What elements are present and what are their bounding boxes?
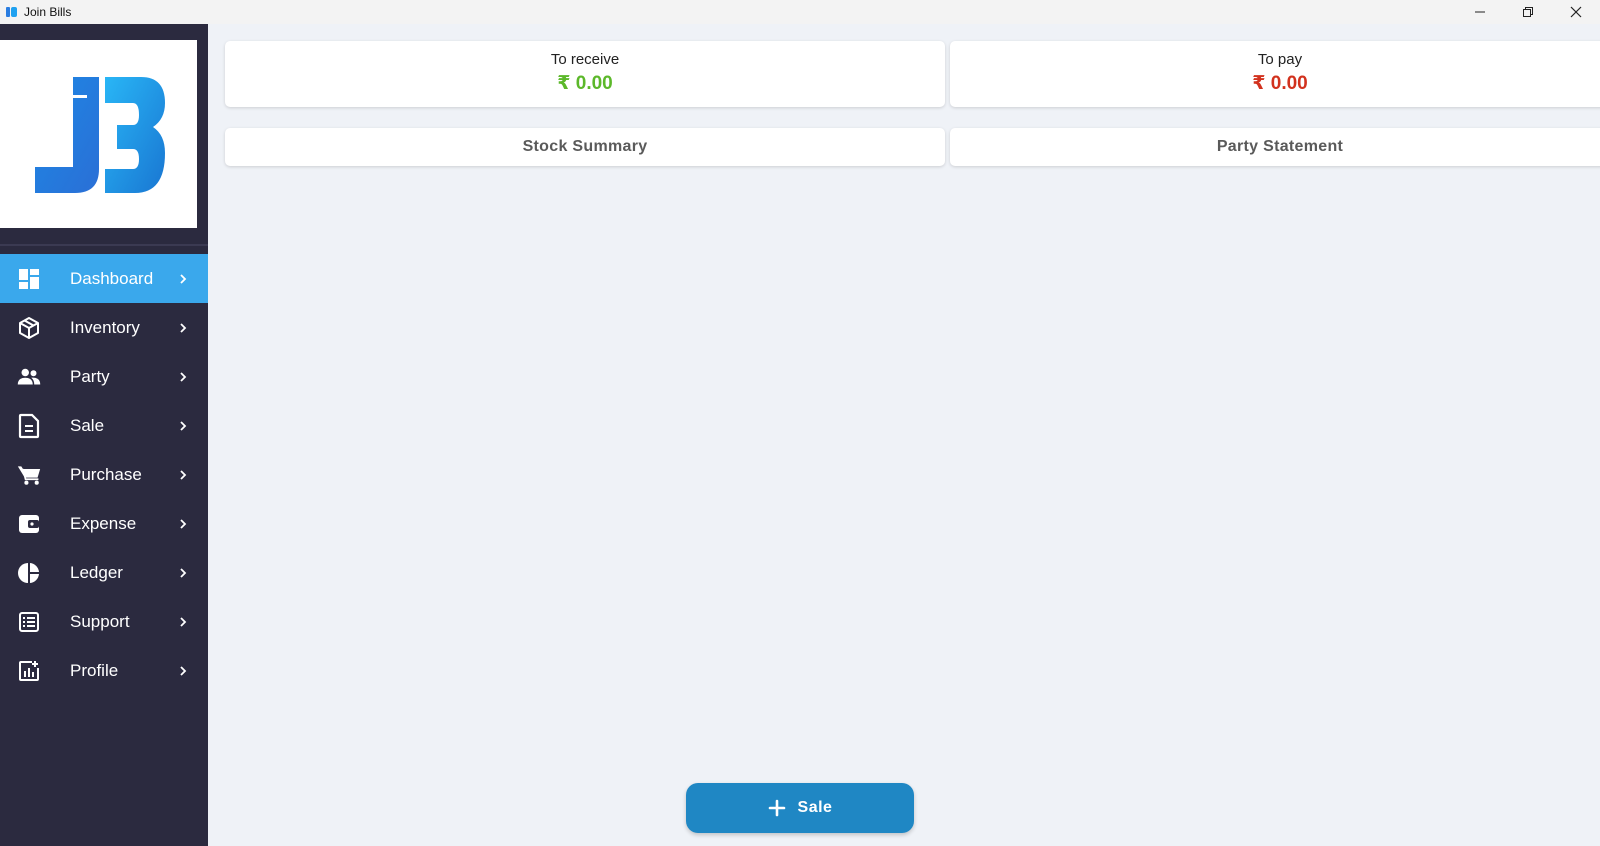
restore-button[interactable] bbox=[1504, 0, 1552, 24]
sidebar: Dashboard Inventory Party Sale Purchase … bbox=[0, 24, 208, 846]
jb-logo-icon bbox=[34, 77, 165, 193]
to-receive-label: To receive bbox=[550, 51, 620, 68]
chevron-right-icon bbox=[176, 352, 190, 401]
sidebar-item-label: Expense bbox=[70, 513, 137, 533]
sidebar-item-dashboard[interactable]: Dashboard bbox=[0, 254, 208, 303]
party-statement-button[interactable]: Party Statement bbox=[950, 128, 1600, 166]
title-bar: Join Bills bbox=[0, 0, 1600, 24]
sidebar-item-sale[interactable]: Sale bbox=[0, 401, 208, 450]
sidebar-item-label: Purchase bbox=[70, 464, 142, 484]
sidebar-item-label: Party bbox=[70, 366, 110, 386]
sidebar-item-profile[interactable]: Profile bbox=[0, 646, 208, 695]
sidebar-item-inventory[interactable]: Inventory bbox=[0, 303, 208, 352]
stock-summary-label: Stock Summary bbox=[522, 138, 648, 155]
sidebar-item-label: Sale bbox=[70, 415, 105, 435]
restore-icon bbox=[1523, 7, 1533, 17]
sidebar-item-label: Inventory bbox=[70, 317, 140, 337]
sidebar-item-purchase[interactable]: Purchase bbox=[0, 450, 208, 499]
add-sale-button[interactable]: Sale bbox=[686, 783, 914, 833]
close-button[interactable] bbox=[1552, 0, 1600, 24]
sidebar-item-label: Support bbox=[70, 611, 130, 631]
close-icon bbox=[1570, 6, 1582, 18]
stock-summary-button[interactable]: Stock Summary bbox=[225, 128, 945, 166]
cart-icon bbox=[17, 463, 41, 487]
chevron-right-icon bbox=[176, 450, 190, 499]
chevron-right-icon bbox=[176, 499, 190, 548]
chevron-right-icon bbox=[176, 303, 190, 352]
chevron-right-icon bbox=[176, 646, 190, 695]
app-logo-icon bbox=[5, 5, 19, 19]
sidebar-item-label: Dashboard bbox=[70, 268, 154, 288]
sidebar-item-support[interactable]: Support bbox=[0, 597, 208, 646]
to-receive-card: To receive ₹ 0.00 bbox=[225, 41, 945, 107]
company-logo bbox=[0, 40, 197, 228]
to-pay-label: To pay bbox=[1257, 51, 1303, 68]
sidebar-item-ledger[interactable]: Ledger bbox=[0, 548, 208, 597]
users-icon bbox=[17, 365, 41, 389]
dashboard-icon bbox=[17, 267, 41, 291]
sidebar-nav: Dashboard Inventory Party Sale Purchase … bbox=[0, 254, 208, 695]
pie-chart-icon bbox=[17, 561, 41, 585]
sidebar-item-expense[interactable]: Expense bbox=[0, 499, 208, 548]
party-statement-label: Party Statement bbox=[1216, 138, 1344, 155]
window-title: Join Bills bbox=[24, 5, 72, 19]
list-icon bbox=[17, 610, 41, 634]
minimize-icon bbox=[1475, 11, 1485, 13]
to-pay-card: To pay ₹ 0.00 bbox=[950, 41, 1600, 107]
minimize-button[interactable] bbox=[1456, 0, 1504, 24]
chevron-right-icon bbox=[176, 548, 190, 597]
sidebar-item-label: Ledger bbox=[70, 562, 123, 582]
chevron-right-icon bbox=[176, 401, 190, 450]
to-receive-amount: ₹ 0.00 bbox=[557, 73, 613, 94]
chevron-right-icon bbox=[176, 254, 190, 303]
chevron-right-icon bbox=[176, 597, 190, 646]
sidebar-item-party[interactable]: Party bbox=[0, 352, 208, 401]
document-icon bbox=[17, 413, 41, 438]
box-icon bbox=[17, 316, 41, 340]
to-pay-amount: ₹ 0.00 bbox=[1252, 73, 1308, 94]
sidebar-item-label: Profile bbox=[70, 660, 119, 680]
wallet-icon bbox=[17, 512, 41, 536]
plus-icon bbox=[768, 795, 786, 821]
sidebar-divider bbox=[0, 244, 208, 246]
report-icon bbox=[17, 659, 41, 683]
add-sale-label: Sale bbox=[797, 799, 833, 816]
